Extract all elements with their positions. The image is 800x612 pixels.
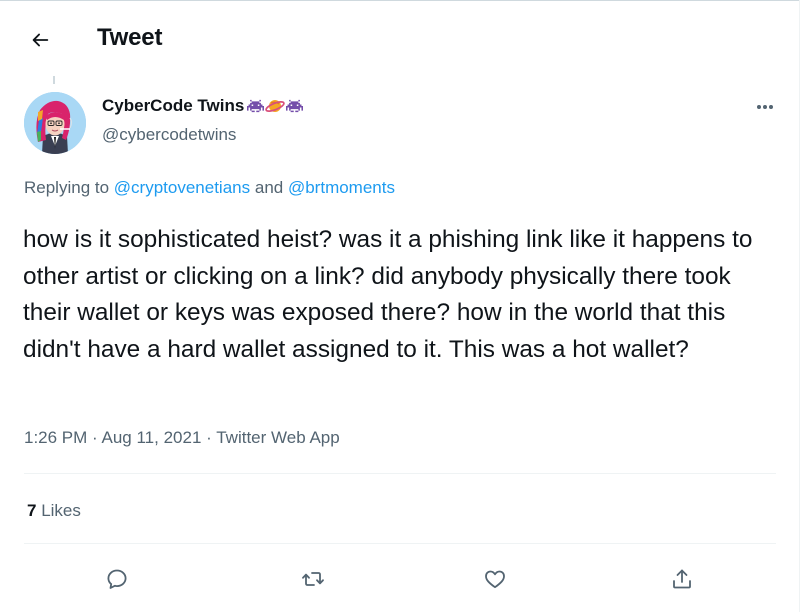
mention-link-brtmoments[interactable]: @brtmoments (288, 178, 395, 197)
meta-separator: · (206, 428, 212, 447)
author-display-name: CyberCode Twins (102, 96, 245, 115)
share-button[interactable] (665, 562, 699, 596)
retweet-icon (302, 572, 324, 586)
avatar[interactable] (24, 92, 86, 154)
ringed-planet-icon (265, 100, 286, 112)
likes-label: Likes (41, 501, 81, 520)
likes-count: 7 (27, 501, 37, 520)
heart-icon (485, 570, 505, 589)
alien-monster-icon (247, 99, 265, 113)
more-dots-icon (757, 105, 773, 109)
replying-joiner: and (254, 178, 284, 197)
page-title: Tweet (97, 24, 163, 51)
share-icon (673, 569, 691, 589)
divider (24, 543, 776, 544)
replying-to-label: Replying to (24, 178, 110, 197)
mention-link-cryptovenetians[interactable]: @cryptovenetians (114, 178, 250, 197)
author-handle[interactable]: @cybercodetwins (102, 125, 236, 145)
name-emoji-group (247, 97, 304, 115)
reply-button[interactable] (100, 562, 134, 596)
replying-to-line: Replying to @cryptovenetians and @brtmom… (24, 178, 395, 198)
tweet-metadata: 1:26 PM · Aug 11, 2021 · Twitter Web App (24, 428, 340, 448)
retweet-button[interactable] (296, 562, 330, 596)
tweet-source[interactable]: Twitter Web App (216, 428, 339, 447)
reply-icon (107, 569, 127, 589)
page-header: Tweet (0, 0, 800, 76)
avatar-illustration (24, 92, 86, 154)
tweet-date[interactable]: Aug 11, 2021 (102, 428, 202, 447)
arrow-left-icon (32, 33, 49, 47)
thread-connector-line (53, 76, 55, 84)
more-options-button[interactable] (748, 92, 782, 122)
likes-count-link[interactable]: 7 Likes (27, 501, 81, 521)
alien-monster-icon (286, 99, 304, 113)
like-button[interactable] (478, 562, 512, 596)
tweet-text: how is it sophisticated heist? was it a … (23, 226, 753, 363)
author-display-name-row[interactable]: CyberCode Twins (102, 96, 304, 116)
tweet-time[interactable]: 1:26 PM (24, 428, 87, 447)
back-button[interactable] (22, 22, 58, 58)
meta-separator: · (92, 428, 98, 447)
divider (24, 473, 776, 474)
